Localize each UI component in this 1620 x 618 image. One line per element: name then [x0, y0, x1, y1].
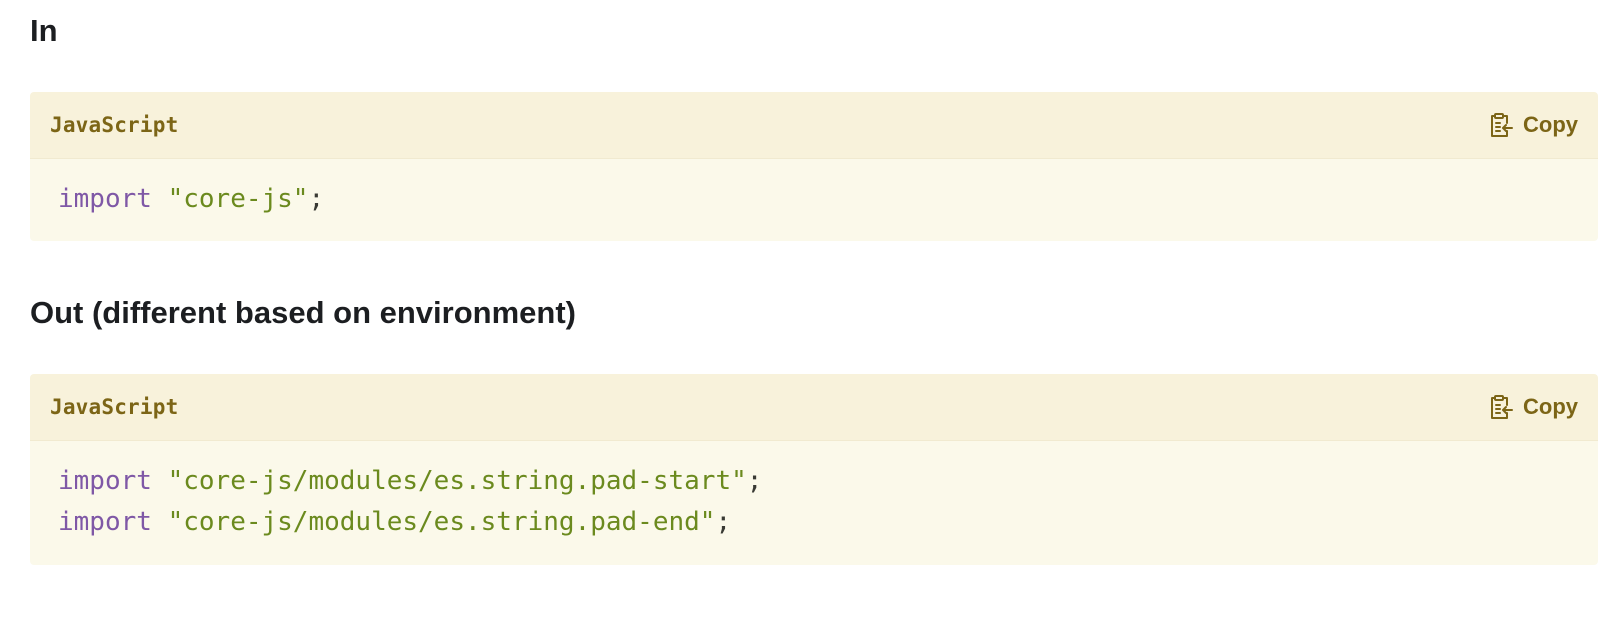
clipboard-icon [1489, 112, 1513, 138]
code-string: "core-js/modules/es.string.pad-end" [167, 507, 716, 537]
code-keyword: import [58, 507, 152, 537]
docs-page: In JavaScript Copy import "core-js"; Out… [0, 0, 1620, 618]
copy-button[interactable]: Copy [1489, 112, 1578, 138]
code-block-header: JavaScript Copy [30, 92, 1598, 159]
code-language-label: JavaScript [50, 113, 179, 137]
code-string: "core-js/modules/es.string.pad-start" [167, 466, 747, 496]
code-language-label: JavaScript [50, 395, 179, 419]
code-block-header: JavaScript Copy [30, 374, 1598, 441]
code-body: import "core-js/modules/es.string.pad-st… [30, 441, 1598, 565]
code-keyword: import [58, 184, 152, 214]
section-heading-in: In [30, 13, 58, 48]
code-line: import "core-js/modules/es.string.pad-st… [58, 461, 1570, 502]
code-body: import "core-js"; [30, 159, 1598, 241]
section-heading-out: Out (different based on environment) [30, 295, 576, 330]
code-keyword: import [58, 466, 152, 496]
code-block-out: JavaScript Copy import "core-js/modules/… [30, 374, 1598, 565]
code-line: import "core-js"; [58, 179, 1570, 220]
code-line: import "core-js/modules/es.string.pad-en… [58, 502, 1570, 543]
code-block-in: JavaScript Copy import "core-js"; [30, 92, 1598, 241]
copy-button-label: Copy [1523, 394, 1578, 419]
code-punctuation: ; [308, 184, 325, 214]
clipboard-icon [1489, 394, 1513, 420]
copy-button-label: Copy [1523, 112, 1578, 137]
copy-button[interactable]: Copy [1489, 394, 1578, 420]
code-string: "core-js" [167, 184, 309, 214]
code-punctuation: ; [746, 466, 763, 496]
code-punctuation: ; [715, 507, 732, 537]
